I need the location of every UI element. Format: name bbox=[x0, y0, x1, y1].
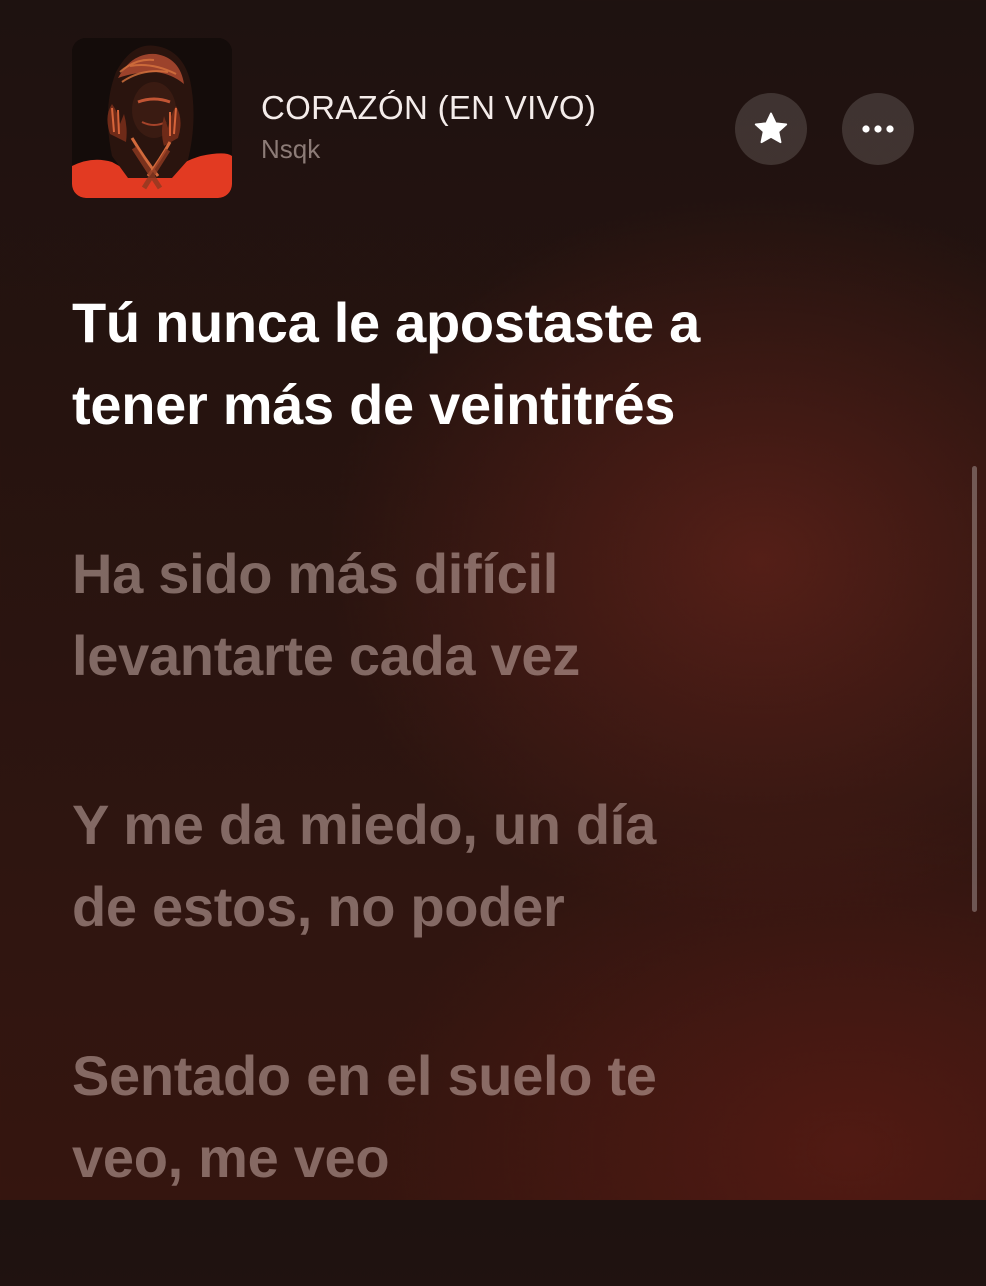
lyrics-list[interactable]: Tú nunca le apostaste a tener más de vei… bbox=[72, 282, 932, 1286]
now-playing-header: CORAZÓN (EN VIVO) Nsqk bbox=[72, 38, 914, 198]
favorite-button[interactable] bbox=[735, 93, 807, 165]
album-artwork-image bbox=[72, 38, 232, 198]
track-info[interactable]: CORAZÓN (EN VIVO) Nsqk bbox=[261, 89, 597, 165]
lyric-line[interactable]: Y me da miedo, un día de estos, no poder bbox=[72, 784, 932, 948]
track-artist: Nsqk bbox=[261, 134, 321, 164]
album-artwork[interactable] bbox=[72, 38, 232, 198]
star-icon bbox=[754, 112, 788, 144]
lyric-line[interactable]: Ha sido más difícil levantarte cada vez bbox=[72, 533, 932, 697]
lyrics-scrollbar[interactable] bbox=[972, 466, 977, 912]
lyric-line-current[interactable]: Tú nunca le apostaste a tener más de vei… bbox=[72, 282, 932, 446]
ellipsis-icon bbox=[862, 125, 894, 133]
more-options-button[interactable] bbox=[842, 93, 914, 165]
lyric-line[interactable]: Sentado en el suelo te veo, me veo bbox=[72, 1035, 932, 1199]
track-title: CORAZÓN (EN VIVO) bbox=[261, 89, 597, 126]
